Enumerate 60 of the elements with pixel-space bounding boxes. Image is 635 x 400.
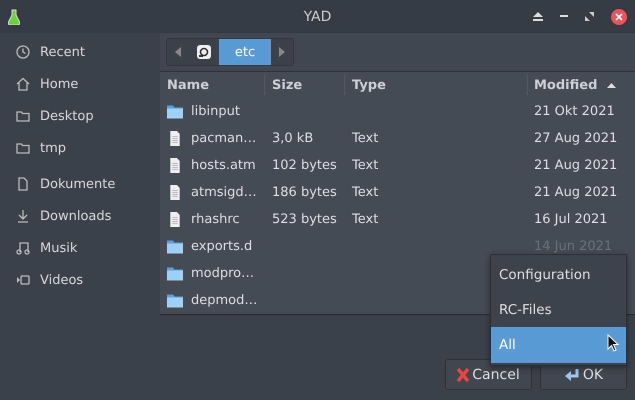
file-name[interactable]: exports.d (191, 239, 252, 254)
modified-date: 21 Aug 2021 (534, 185, 618, 200)
sort-ascending-icon (607, 82, 616, 88)
sidebar-item[interactable]: tmp (0, 132, 160, 164)
menu-item[interactable]: RC-Files (491, 292, 626, 327)
sidebar-item[interactable]: Musik (0, 232, 160, 264)
folder-icon (16, 109, 30, 123)
modified-date: 27 Aug 2021 (534, 131, 618, 146)
column-header[interactable]: Name (160, 75, 265, 95)
maximize-icon[interactable] (585, 12, 594, 21)
flask-icon (8, 8, 20, 24)
menu-item[interactable]: Configuration (491, 257, 626, 292)
file-name[interactable]: pacman… (191, 131, 256, 146)
column-header[interactable]: Size (265, 75, 345, 95)
clock-icon (16, 45, 30, 59)
folder-icon (167, 293, 183, 308)
file-size: 102 bytes (272, 158, 337, 173)
folder-icon (167, 266, 183, 281)
minimize-icon[interactable] (560, 15, 568, 18)
download-icon (16, 209, 30, 223)
right-arrow-icon (279, 47, 285, 57)
modified-date: 21 Aug 2021 (534, 158, 618, 173)
file-size: 186 bytes (272, 185, 337, 200)
left-arrow-icon (175, 47, 181, 57)
file-name[interactable]: modpro… (191, 266, 254, 281)
file-type: Text (352, 212, 378, 227)
file-type: Text (352, 158, 378, 173)
sidebar-item[interactable]: Home (0, 68, 160, 100)
eject-icon[interactable] (533, 12, 543, 21)
folder-icon (16, 141, 30, 155)
file-name[interactable]: depmod… (191, 293, 258, 308)
window-title: YAD (304, 8, 332, 24)
sidebar-item[interactable]: Dokumente (0, 168, 160, 200)
file-type: Text (352, 185, 378, 200)
file-name[interactable]: libinput (191, 104, 240, 119)
file-size: 523 bytes (272, 212, 337, 227)
drive-icon (196, 44, 212, 60)
mouse-pointer-icon (607, 334, 619, 352)
document-icon (16, 177, 30, 191)
sidebar-item[interactable]: Recent (0, 36, 160, 68)
column-header[interactable]: Type (345, 75, 528, 95)
sidebar-item[interactable]: Videos (0, 264, 160, 296)
close-icon[interactable] (611, 8, 627, 24)
folder-icon (167, 239, 183, 254)
file-name[interactable]: atmsigd… (191, 185, 257, 200)
file-name[interactable]: rhashrc (191, 212, 240, 227)
music-note-icon (16, 241, 30, 255)
modified-date: 21 Okt 2021 (534, 104, 615, 119)
video-icon (16, 273, 30, 287)
file-type: Text (352, 131, 378, 146)
folder-icon (167, 104, 183, 119)
home-icon (16, 77, 30, 91)
sidebar-item[interactable]: Downloads (0, 200, 160, 232)
file-name[interactable]: hosts.atm (191, 158, 256, 173)
column-header[interactable]: Modified (528, 75, 628, 95)
cancel-x-icon (457, 368, 470, 382)
modified-date: 16 Jul 2021 (534, 212, 608, 227)
return-arrow-icon (564, 368, 580, 382)
sidebar-item[interactable]: Desktop (0, 100, 160, 132)
file-size: 3,0 kB (272, 131, 314, 146)
